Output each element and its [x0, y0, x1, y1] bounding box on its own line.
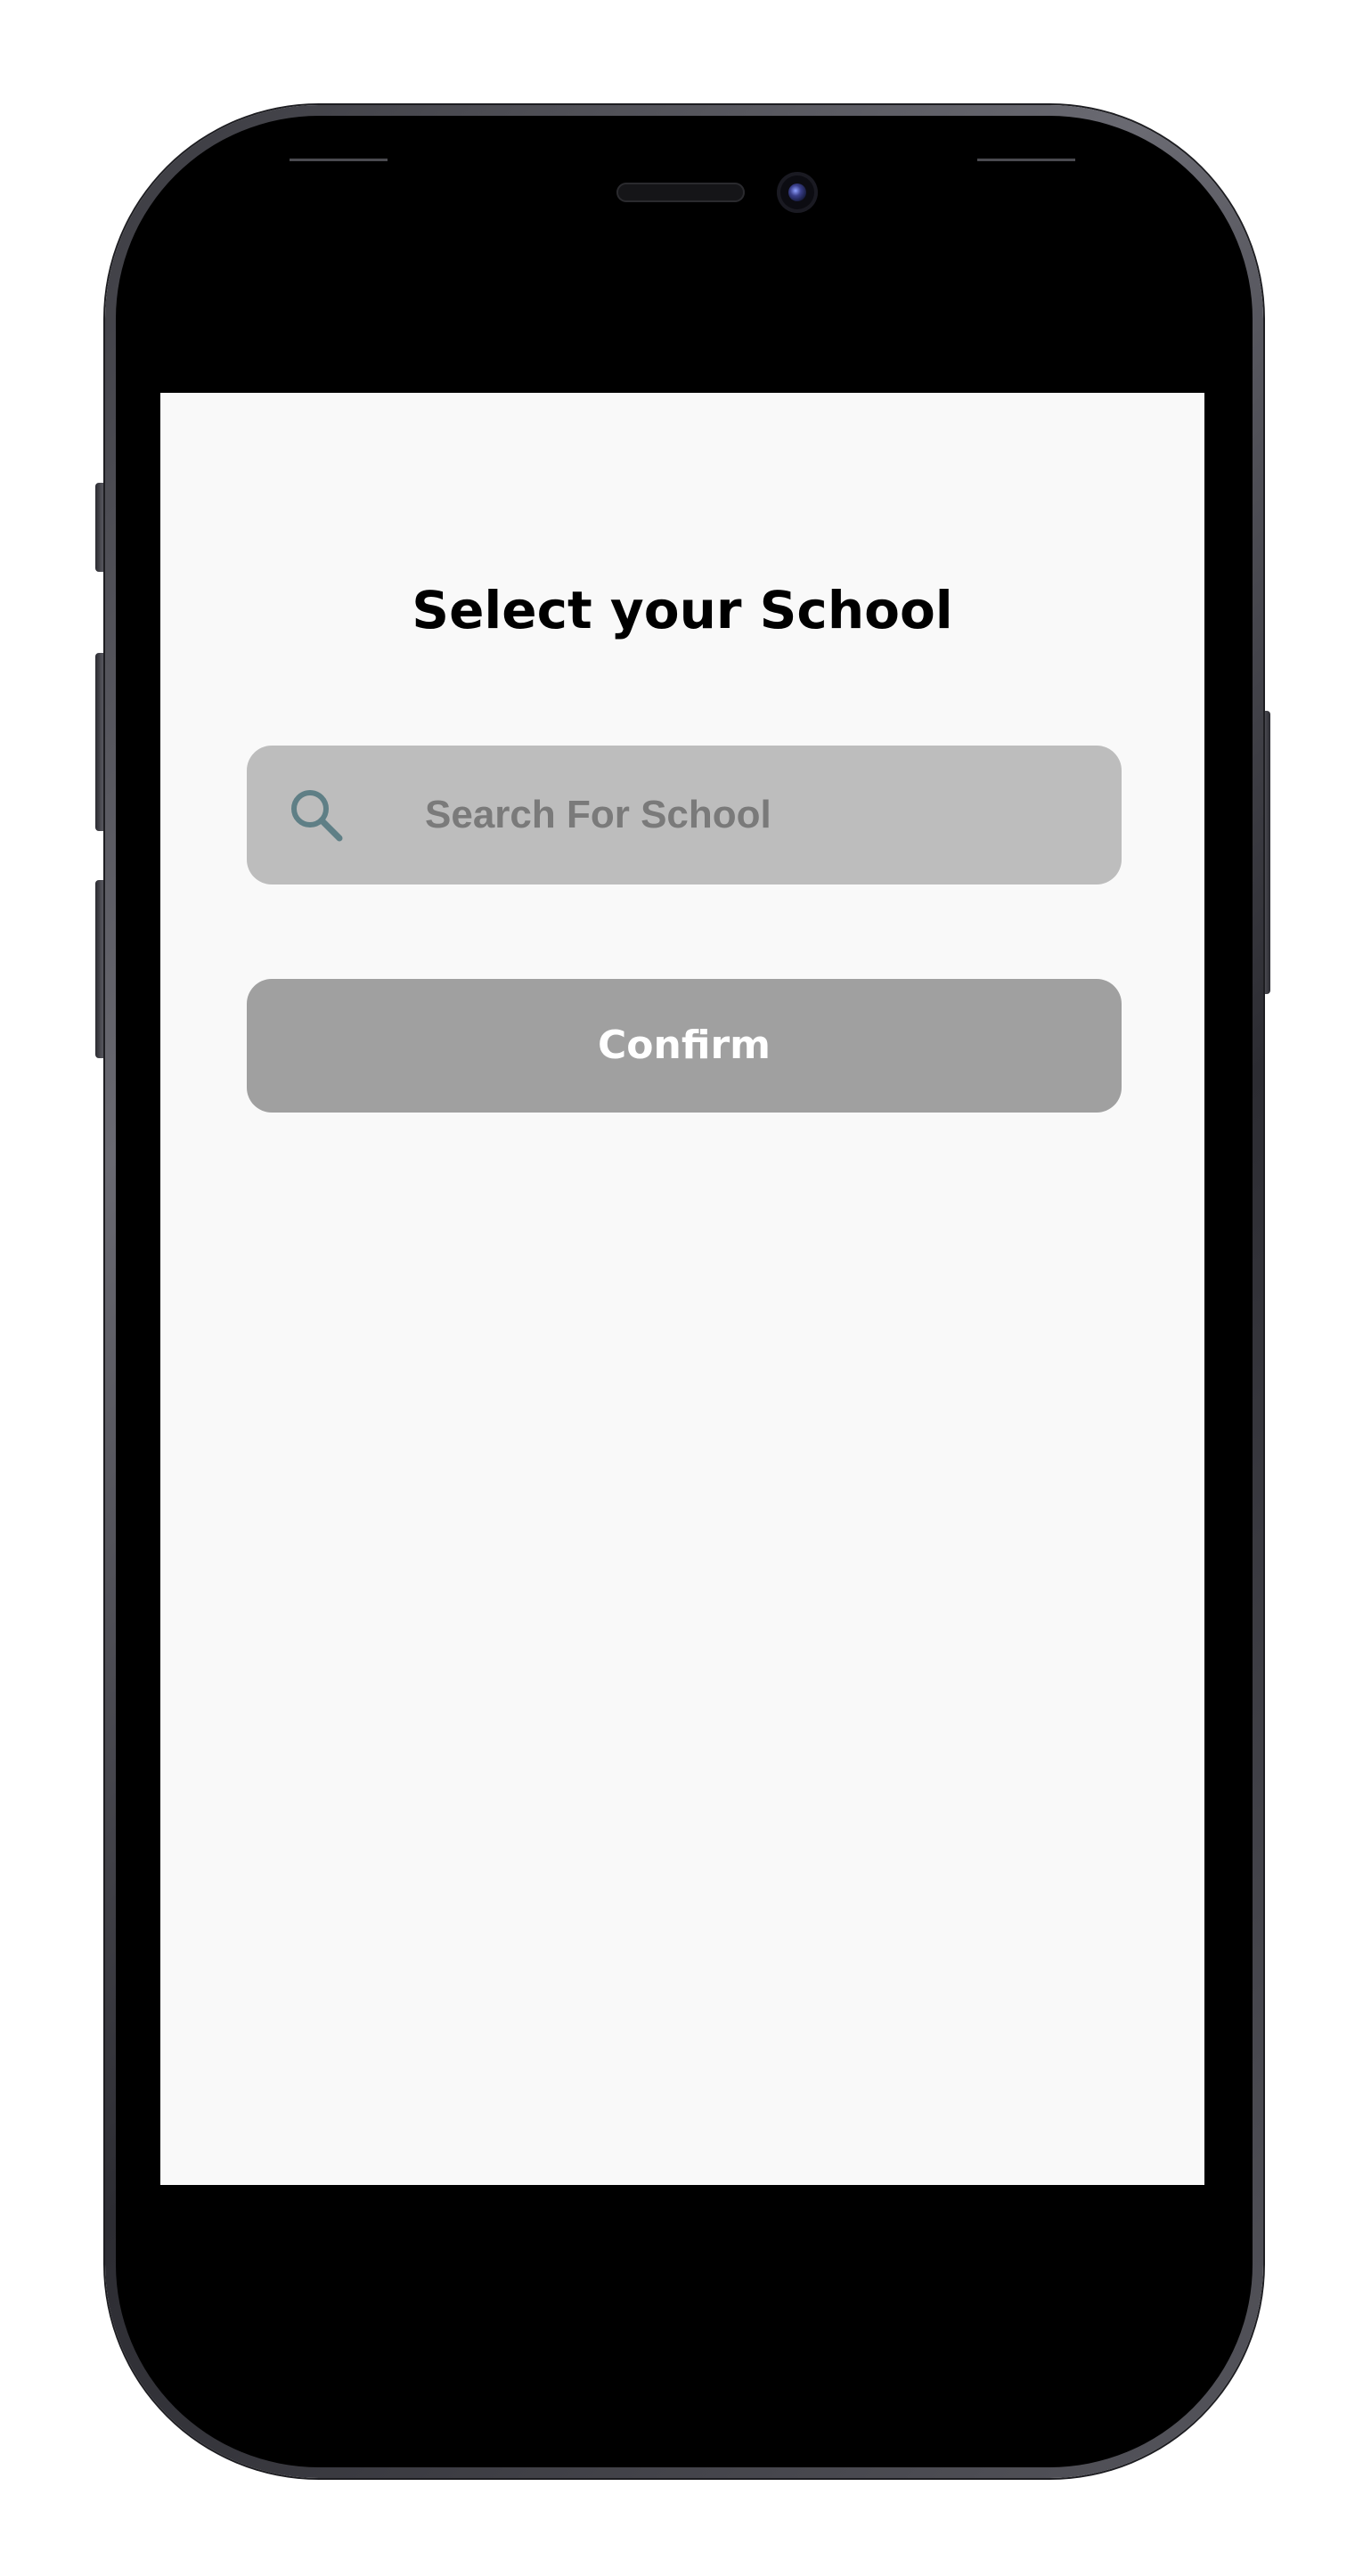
app-screen: Select your School Confirm — [160, 393, 1204, 2185]
front-camera — [777, 172, 818, 213]
page-title: Select your School — [412, 580, 953, 640]
earpiece-speaker — [616, 183, 745, 202]
search-icon — [286, 785, 347, 845]
antenna-band-right — [977, 159, 1075, 161]
confirm-button[interactable]: Confirm — [247, 979, 1122, 1113]
search-input[interactable] — [425, 746, 1084, 884]
antenna-band-left — [290, 159, 388, 161]
search-bar[interactable] — [247, 746, 1122, 884]
device-mockup: Select your School Confirm — [0, 0, 1363, 2576]
